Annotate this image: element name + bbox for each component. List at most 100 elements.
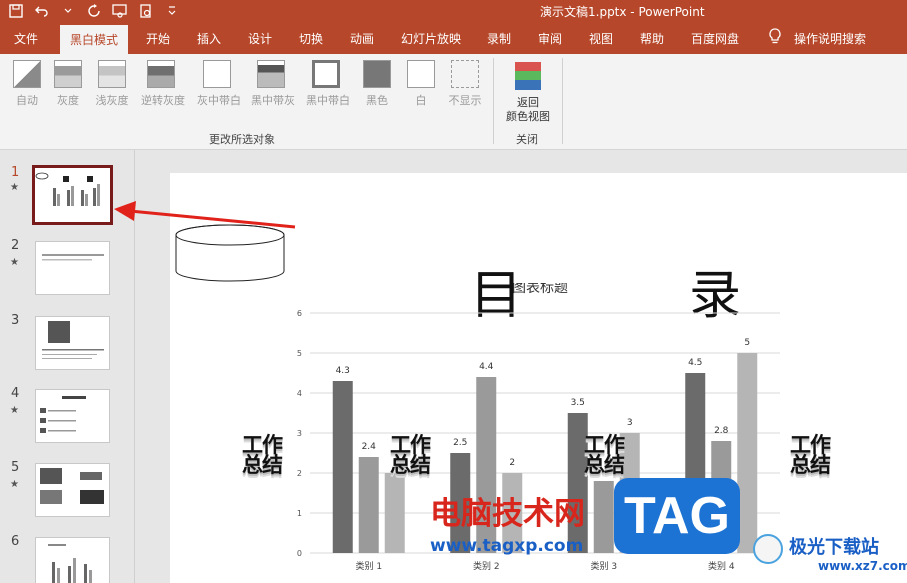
data-label: 2.8 — [714, 426, 729, 436]
quick-access-toolbar — [8, 0, 180, 22]
slide-thumbnail-6[interactable] — [35, 537, 110, 583]
slide-thumbnail-2[interactable] — [35, 241, 110, 295]
slide-number: 6 — [11, 534, 20, 549]
animation-star-icon: ★ — [10, 405, 19, 416]
slide-number: 5 — [11, 460, 20, 475]
chart-bar — [358, 457, 379, 553]
tab-review[interactable]: 审阅 — [538, 30, 562, 47]
chart-bar — [593, 481, 614, 553]
tab-view[interactable]: 视图 — [589, 30, 613, 47]
data-label: 2 — [509, 458, 515, 468]
mode-black-button[interactable]: 黑色 — [357, 60, 397, 108]
x-category-label: 类别 1 — [355, 560, 382, 572]
undo-dropdown-icon[interactable] — [60, 3, 76, 19]
x-category-label: 类别 4 — [708, 560, 735, 572]
y-tick-label: 2 — [297, 469, 302, 478]
group-label-change-selected: 更改所选对象 — [209, 133, 275, 146]
mode-auto-button[interactable]: 自动 — [7, 60, 47, 108]
y-tick-label: 0 — [297, 549, 302, 558]
slide-number: 2 — [11, 238, 20, 253]
tab-design[interactable]: 设计 — [248, 30, 272, 47]
present-from-start-icon[interactable] — [112, 3, 128, 19]
grayscale-icon — [54, 60, 82, 88]
data-label: 5 — [744, 338, 750, 348]
hidden-icon — [451, 60, 479, 88]
slide-thumbnail-1[interactable] — [32, 165, 113, 225]
tab-transitions[interactable]: 切换 — [299, 30, 323, 47]
chart-bar — [384, 473, 405, 553]
slide-number: 1 — [11, 165, 20, 180]
slide-thumbnail-4[interactable] — [35, 389, 110, 443]
mode-inverse-grayscale-button[interactable]: 逆转灰度 — [141, 60, 185, 108]
y-tick-label: 1 — [297, 509, 302, 518]
work-summary-text[interactable]: 工作 总结 — [390, 435, 431, 476]
auto-icon — [13, 60, 41, 88]
data-label: 4.4 — [479, 362, 494, 372]
x-category-label: 类别 2 — [473, 560, 500, 572]
tag-logo: TAG — [614, 478, 740, 554]
animation-star-icon: ★ — [10, 479, 19, 490]
watermark-jg-url: www.xz7.com — [818, 559, 907, 573]
chart-bar — [332, 381, 353, 553]
tab-file[interactable]: 文件 — [14, 30, 38, 47]
slide-thumbnail-3[interactable] — [35, 316, 110, 370]
tab-black-white-mode[interactable]: 黑白模式 — [60, 25, 129, 54]
black-icon — [363, 60, 391, 88]
mode-white-button[interactable]: 白 — [401, 60, 441, 108]
tab-home[interactable]: 开始 — [146, 30, 170, 47]
y-tick-label: 6 — [297, 309, 302, 318]
print-preview-icon[interactable] — [138, 3, 154, 19]
ribbon-black-white: 自动 灰度 浅灰度 逆转灰度 灰中带白 黑中带灰 黑中带白 黑色 白 不显示 更… — [0, 54, 907, 150]
redo-icon[interactable] — [86, 3, 102, 19]
work-summary-text[interactable]: 工作 总结 — [242, 435, 283, 476]
tell-me-search[interactable]: 操作说明搜索 — [794, 30, 866, 47]
work-summary-text[interactable]: 工作 总结 — [790, 435, 831, 476]
black-with-white-icon — [312, 60, 340, 88]
data-label: 3 — [627, 418, 633, 428]
document-title: 演示文稿1.pptx - PowerPoint — [540, 5, 705, 19]
slide-thumbnail-5[interactable] — [35, 463, 110, 517]
mode-grayscale-button[interactable]: 灰度 — [48, 60, 88, 108]
mode-hidden-button[interactable]: 不显示 — [445, 60, 485, 108]
undo-icon[interactable] — [34, 3, 50, 19]
color-view-icon — [515, 62, 541, 90]
data-label: 2.5 — [453, 438, 467, 448]
save-icon[interactable] — [8, 3, 24, 19]
inverse-grayscale-icon — [147, 60, 175, 88]
light-grayscale-icon — [98, 60, 126, 88]
tab-slideshow[interactable]: 幻灯片放映 — [401, 30, 461, 47]
x-category-label: 类别 3 — [590, 560, 617, 572]
tab-insert[interactable]: 插入 — [197, 30, 221, 47]
lightbulb-icon[interactable] — [768, 28, 782, 47]
tab-baidu-netdisk[interactable]: 百度网盘 — [691, 30, 739, 47]
mode-black-with-gray-button[interactable]: 黑中带灰 — [251, 60, 295, 108]
mode-light-grayscale-button[interactable]: 浅灰度 — [92, 60, 132, 108]
chart-title: 图表标题 — [512, 283, 568, 296]
data-label: 3.5 — [571, 398, 585, 408]
slide-number: 4 — [11, 386, 20, 401]
data-label: 4.5 — [688, 358, 702, 368]
data-label: 4.3 — [336, 366, 350, 376]
group-label-close: 关闭 — [516, 133, 538, 146]
watermark-jg-text: 极光下载站 — [789, 537, 879, 558]
animation-star-icon: ★ — [10, 257, 19, 268]
slide-number: 3 — [11, 313, 20, 328]
return-to-color-view-button[interactable]: 返回 颜色视图 — [503, 60, 553, 124]
tab-help[interactable]: 帮助 — [640, 30, 664, 47]
mode-black-with-white-button[interactable]: 黑中带白 — [306, 60, 350, 108]
mode-gray-with-white-button[interactable]: 灰中带白 — [197, 60, 241, 108]
customize-qat-icon[interactable] — [164, 3, 180, 19]
tab-animations[interactable]: 动画 — [350, 30, 374, 47]
y-tick-label: 3 — [297, 429, 302, 438]
ribbon-separator — [493, 58, 494, 144]
red-arrow-annotation — [114, 201, 296, 229]
watermark-cn-text: 电脑技术网 — [430, 496, 585, 532]
y-tick-label: 4 — [297, 389, 302, 398]
work-summary-text[interactable]: 工作 总结 — [584, 435, 625, 476]
tab-record[interactable]: 录制 — [487, 30, 511, 47]
y-tick-label: 5 — [297, 349, 302, 358]
powerpoint-window: 演示文稿1.pptx - PowerPoint 文件 黑白模式 开始 插入 设计… — [0, 0, 907, 583]
animation-star-icon: ★ — [10, 182, 19, 193]
jiguang-logo-icon — [753, 534, 783, 564]
ribbon-tabs: 文件 黑白模式 开始 插入 设计 切换 动画 幻灯片放映 录制 审阅 视图 帮助… — [0, 22, 907, 54]
